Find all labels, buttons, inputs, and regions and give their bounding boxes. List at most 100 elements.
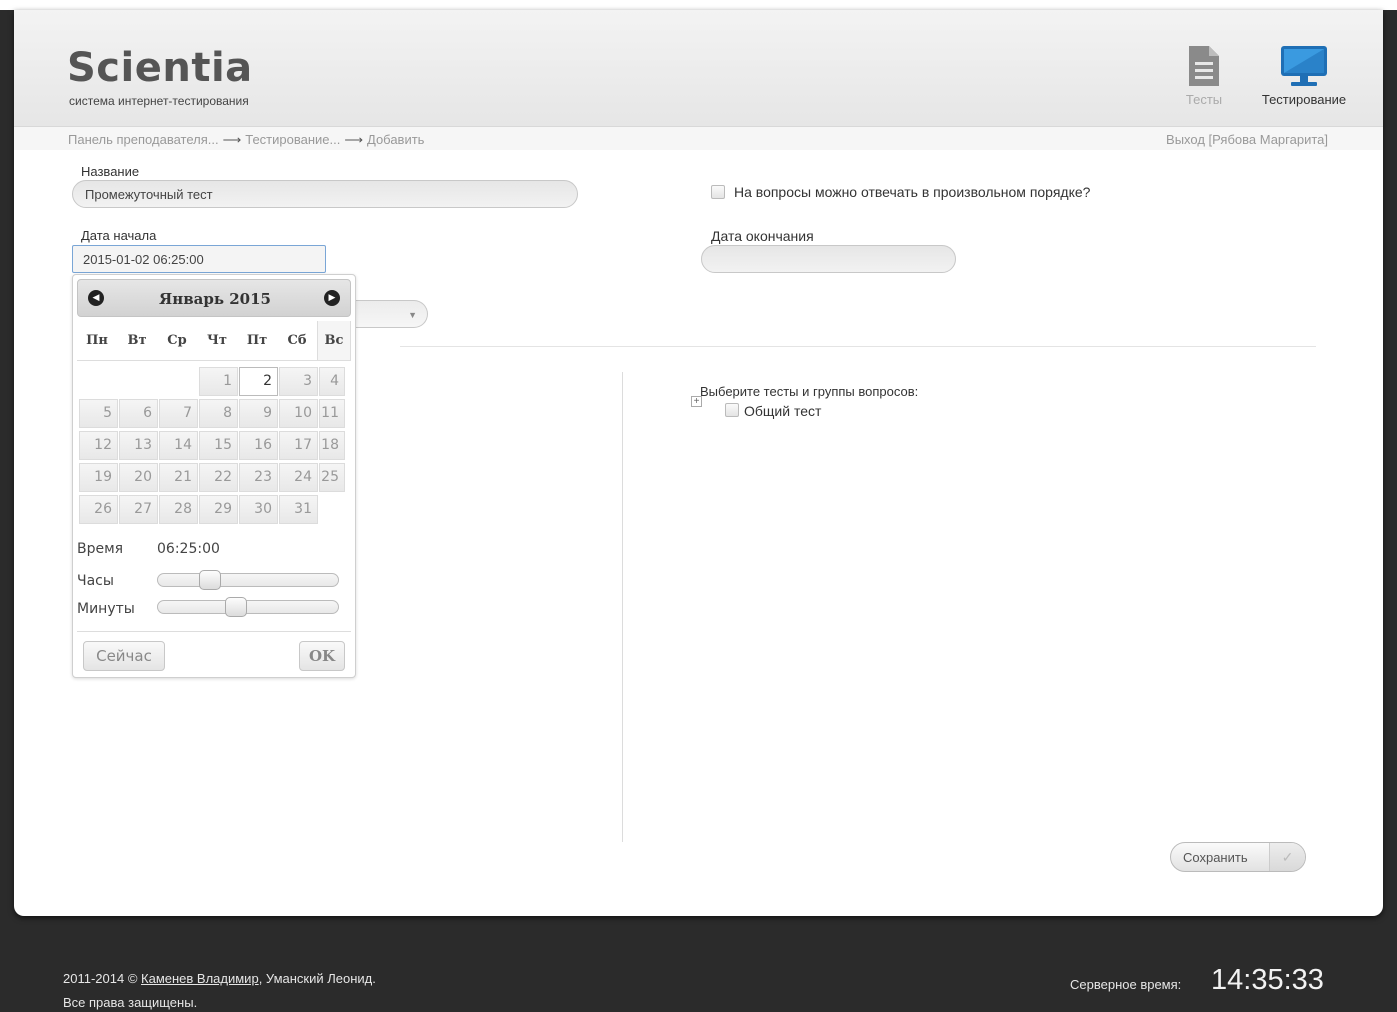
weekday-header-cell: Пт bbox=[246, 333, 268, 348]
breadcrumb-separator: ⟶ bbox=[344, 132, 363, 147]
calendar-empty-cell bbox=[79, 367, 118, 396]
calendar-day[interactable]: 24 bbox=[279, 463, 318, 492]
calendar-empty-cell bbox=[119, 367, 158, 396]
random-order-label: На вопросы можно отвечать в произвольном… bbox=[734, 184, 1091, 200]
breadcrumb: Панель преподавателя... ⟶ Тестирование... ⟶… bbox=[68, 132, 424, 148]
calendar-day[interactable]: 26 bbox=[79, 495, 118, 524]
calendar-day[interactable]: 20 bbox=[119, 463, 158, 492]
weekday-header-cell: Вт bbox=[127, 333, 147, 348]
end-date-label: Дата окончания bbox=[711, 228, 814, 244]
calendar-day[interactable]: 28 bbox=[159, 495, 198, 524]
hours-slider-handle[interactable] bbox=[199, 570, 221, 590]
calendar-day[interactable]: 9 bbox=[239, 399, 278, 428]
datepicker-footer-divider bbox=[77, 631, 351, 632]
logo-title: Scientia bbox=[67, 45, 253, 91]
random-order-checkbox[interactable] bbox=[711, 185, 725, 199]
now-button[interactable]: Сейчас bbox=[83, 641, 165, 671]
server-time: 14:35:33 bbox=[1211, 964, 1324, 996]
footer-copyright: 2011-2014 © Каменев Владимир, Уманский Л… bbox=[63, 971, 376, 986]
datepicker: ◀ Январь 2015 ▶ Пн Вт Ср Чт Пт Сб Вс 123456789… bbox=[72, 274, 356, 678]
calendar-day[interactable]: 22 bbox=[199, 463, 238, 492]
breadcrumb-separator: ⟶ bbox=[222, 132, 242, 147]
nav-testing[interactable]: Тестирование bbox=[1250, 44, 1358, 107]
calendar-day[interactable]: 23 bbox=[239, 463, 278, 492]
calendar-day[interactable]: 29 bbox=[199, 495, 238, 524]
breadcrumb-bar: Панель преподавателя... ⟶ Тестирование... ⟶… bbox=[14, 126, 1383, 150]
name-label: Название bbox=[81, 164, 140, 179]
chevron-down-icon: ▼ bbox=[408, 310, 417, 320]
minutes-slider[interactable] bbox=[157, 597, 339, 617]
checkmark-icon: ✓ bbox=[1269, 843, 1305, 871]
start-date-input[interactable]: 2015-01-02 06:25:00 bbox=[72, 245, 326, 273]
author-link[interactable]: Каменев Владимир bbox=[141, 971, 259, 986]
breadcrumb-teacher-panel[interactable]: Панель преподавателя... bbox=[68, 132, 219, 147]
save-button-label: Сохранить bbox=[1183, 850, 1248, 865]
calendar-day[interactable]: 6 bbox=[119, 399, 158, 428]
calendar-day[interactable]: 27 bbox=[119, 495, 158, 524]
datepicker-month: Январь 2015 bbox=[159, 290, 271, 308]
tree-item-label[interactable]: Общий тест bbox=[744, 403, 821, 419]
calendar-day[interactable]: 12 bbox=[79, 431, 118, 460]
calendar-day[interactable]: 18 bbox=[319, 431, 345, 460]
minutes-label: Минуты bbox=[77, 601, 135, 617]
calendar-week-row: 12 13 14 15 16 17 18 bbox=[79, 431, 351, 463]
calendar-day[interactable]: 14 bbox=[159, 431, 198, 460]
calendar-grid: 1 2 3 4 5 6 7 8 9 10 11 12 13 14 15 16 17 18 19 20 21 22 23 24 2… bbox=[79, 367, 351, 527]
save-button[interactable]: Сохранить ✓ bbox=[1170, 842, 1306, 872]
calendar-day[interactable]: 19 bbox=[79, 463, 118, 492]
calendar-empty-cell bbox=[159, 367, 198, 396]
calendar-day[interactable]: 17 bbox=[279, 431, 318, 460]
calendar-day[interactable]: 31 bbox=[279, 495, 318, 524]
calendar-day[interactable]: 13 bbox=[119, 431, 158, 460]
expand-plus-icon[interactable]: + bbox=[691, 396, 702, 407]
hours-label: Часы bbox=[77, 573, 114, 589]
calendar-day[interactable]: 5 bbox=[79, 399, 118, 428]
document-icon bbox=[1189, 46, 1219, 86]
weekday-header-cell: Сб bbox=[287, 333, 307, 348]
tree-item-checkbox[interactable] bbox=[725, 403, 739, 417]
calendar-week-row: 5 6 7 8 9 10 11 bbox=[79, 399, 351, 431]
hours-slider[interactable] bbox=[157, 570, 339, 590]
calendar-day[interactable]: 4 bbox=[319, 367, 345, 396]
minutes-slider-handle[interactable] bbox=[225, 597, 247, 617]
tests-select-label: Выберите тесты и группы вопросов: bbox=[700, 384, 919, 399]
calendar-day[interactable]: 16 bbox=[239, 431, 278, 460]
breadcrumb-testing[interactable]: Тестирование... bbox=[245, 132, 340, 147]
calendar-week-row: 1234 bbox=[79, 367, 351, 399]
weekday-header-cell: Пн bbox=[86, 333, 108, 348]
nav-tests-label: Тесты bbox=[1185, 92, 1223, 107]
calendar-day[interactable]: 11 bbox=[319, 399, 345, 428]
divider-horizontal bbox=[400, 346, 1316, 347]
calendar-day[interactable]: 7 bbox=[159, 399, 198, 428]
weekday-header-cell: Вс bbox=[317, 321, 351, 360]
calendar-empty-cell bbox=[319, 495, 345, 524]
calendar-day[interactable]: 25 bbox=[319, 463, 345, 492]
nav-tests[interactable]: Тесты bbox=[1176, 44, 1232, 107]
calendar-day[interactable]: 3 bbox=[279, 367, 318, 396]
calendar-week-row: 26 27 28 29 30 31 bbox=[79, 495, 351, 527]
calendar-day[interactable]: 10 bbox=[279, 399, 318, 428]
weekday-header-cell: Ср bbox=[167, 333, 187, 348]
logout-link[interactable]: Выход [Рябова Маргарита] bbox=[1166, 132, 1328, 147]
top-strip bbox=[0, 0, 1397, 10]
calendar-day[interactable]: 30 bbox=[239, 495, 278, 524]
end-date-input[interactable] bbox=[701, 245, 956, 273]
start-date-label: Дата начала bbox=[81, 228, 157, 243]
next-month-icon[interactable]: ▶ bbox=[324, 290, 340, 306]
time-value: 06:25:00 bbox=[157, 541, 220, 557]
calendar-day[interactable]: 15 bbox=[199, 431, 238, 460]
calendar-week-row: 19 20 21 22 23 24 25 bbox=[79, 463, 351, 495]
calendar-day[interactable]: 21 bbox=[159, 463, 198, 492]
time-label: Время bbox=[77, 541, 124, 557]
server-time-label: Серверное время: bbox=[1070, 977, 1182, 992]
calendar-day[interactable]: 2 bbox=[239, 367, 278, 396]
calendar-day[interactable]: 1 bbox=[199, 367, 238, 396]
datepicker-header: ◀ Январь 2015 ▶ bbox=[77, 279, 351, 317]
copyright-prefix: 2011-2014 © bbox=[63, 971, 142, 986]
copyright-suffix: , Уманский Леонид. bbox=[258, 971, 376, 986]
ok-button[interactable]: OK bbox=[299, 641, 345, 671]
name-input[interactable]: Промежуточный тест bbox=[72, 180, 578, 208]
calendar-day[interactable]: 8 bbox=[199, 399, 238, 428]
nav-testing-label: Тестирование bbox=[1261, 92, 1347, 107]
logo-subtitle: система интернет-тестирования bbox=[69, 94, 249, 108]
